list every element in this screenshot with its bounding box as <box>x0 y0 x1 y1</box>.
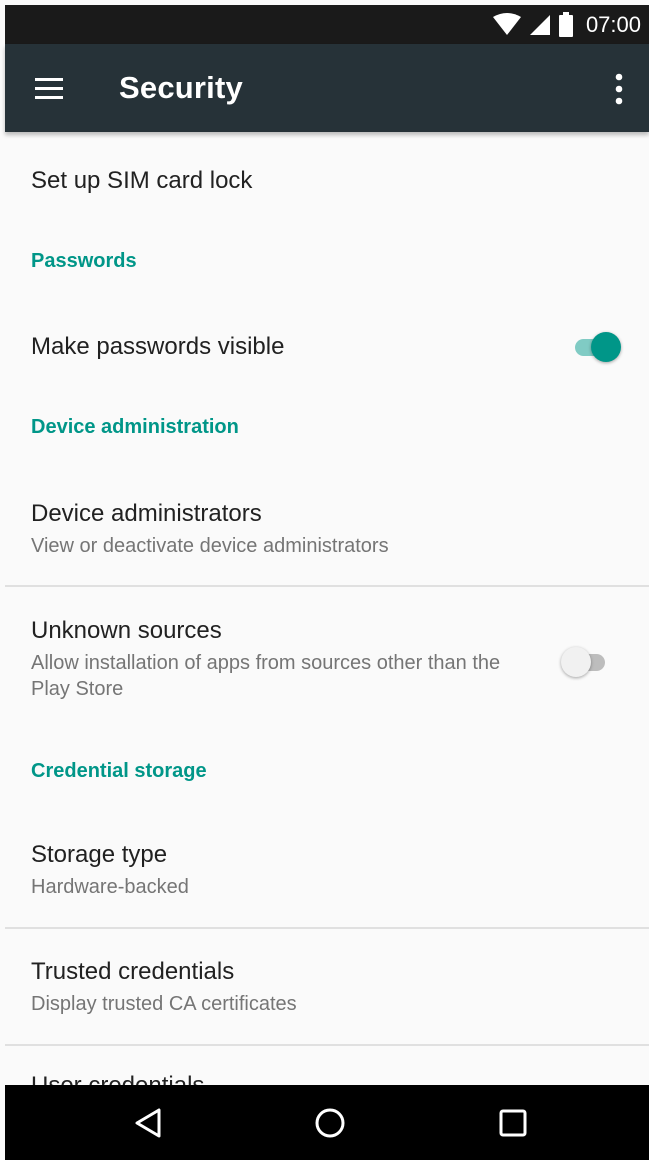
setting-trusted-credentials[interactable]: Trusted credentials Display trusted CA c… <box>5 929 649 1045</box>
setting-title: Trusted credentials <box>31 958 235 985</box>
setting-title: Make passwords visible <box>31 333 285 360</box>
setting-summary: Hardware-backed <box>31 876 189 898</box>
setting-title: Device administrators <box>31 500 262 527</box>
setting-title: User credentials <box>31 1072 204 1085</box>
setting-storage-type[interactable]: Storage type Hardware-backed <box>5 805 649 927</box>
setting-title: Unknown sources <box>31 617 222 644</box>
setting-summary: View or deactivate device administrators <box>31 535 389 557</box>
status-bar: 07:00 <box>5 5 649 44</box>
setting-unknown-sources[interactable]: Unknown sources Allow installation of ap… <box>5 587 649 737</box>
category-credential-storage: Credential storage <box>5 737 649 805</box>
category-passwords: Passwords <box>5 228 649 296</box>
setting-summary: Allow installation of apps from sources … <box>31 652 501 700</box>
wifi-icon <box>492 12 521 35</box>
overflow-menu-icon[interactable] <box>604 72 634 108</box>
category-device-administration: Device administration <box>5 396 649 464</box>
category-label: Device administration <box>31 416 239 438</box>
category-label: Passwords <box>31 250 137 272</box>
category-label: Credential storage <box>31 760 207 782</box>
setting-make-passwords-visible[interactable]: Make passwords visible <box>5 296 649 396</box>
navigation-bar <box>5 1085 649 1160</box>
unknown-sources-toggle[interactable] <box>561 642 611 682</box>
make-passwords-visible-toggle[interactable] <box>571 327 621 367</box>
setting-title: Storage type <box>31 841 168 868</box>
recents-icon[interactable] <box>493 1103 533 1143</box>
setting-summary: Display trusted CA certificates <box>31 993 297 1015</box>
status-icons: 07:00 <box>492 5 641 44</box>
cell-signal-icon <box>529 14 550 35</box>
settings-list: Set up SIM card lock Passwords Make pass… <box>5 132 649 1085</box>
back-icon[interactable] <box>129 1103 169 1143</box>
setting-title: Set up SIM card lock <box>31 167 253 194</box>
toggle-thumb <box>561 647 591 677</box>
app-bar: Security <box>5 44 649 132</box>
toggle-thumb <box>591 332 621 362</box>
home-icon[interactable] <box>310 1103 350 1143</box>
battery-icon <box>558 11 573 37</box>
status-time: 07:00 <box>585 11 641 37</box>
setting-user-credentials[interactable]: User credentials <box>5 1046 649 1085</box>
screen: 07:00 Security Set up SIM card lock Pass… <box>0 0 649 1160</box>
setting-device-administrators[interactable]: Device administrators View or deactivate… <box>5 464 649 585</box>
setting-sim-card-lock[interactable]: Set up SIM card lock <box>5 132 649 228</box>
menu-icon[interactable] <box>30 74 70 104</box>
page-title: Security <box>119 70 243 105</box>
